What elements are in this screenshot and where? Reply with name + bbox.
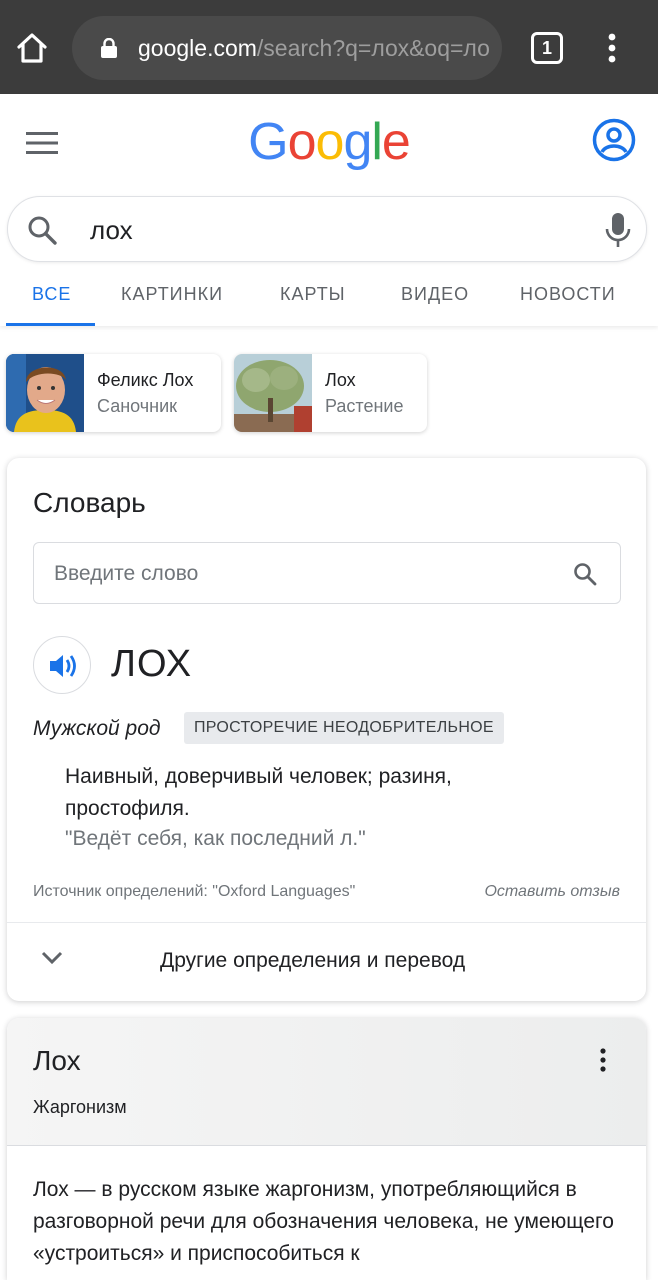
usage-label: ПРОСТОРЕЧИЕ НЕОДОБРИТЕЛЬНОЕ <box>184 712 504 744</box>
active-tab-indicator <box>6 323 95 326</box>
search-icon[interactable] <box>572 561 598 587</box>
browser-menu-icon[interactable] <box>600 30 624 66</box>
dictionary-card: Словарь Введите слово ЛОХ Мужской род ПР… <box>7 458 646 1001</box>
tab-news[interactable]: НОВОСТИ <box>520 284 616 305</box>
tab-images[interactable]: КАРТИНКИ <box>121 284 223 305</box>
tab-all[interactable]: ВСЕ <box>32 284 71 305</box>
search-tabs: ВСЕ КАРТИНКИ КАРТЫ ВИДЕО НОВОСТИ <box>0 274 658 326</box>
more-definitions-button[interactable]: Другие определения и перевод <box>7 923 646 1001</box>
google-header: Google лох ВСЕ КАРТИНКИ КАРТЫ ВИДЕО НОВО… <box>0 94 658 326</box>
entity-subtitle: Растение <box>325 396 404 416</box>
speaker-icon <box>50 655 76 677</box>
tab-maps[interactable]: КАРТЫ <box>280 284 346 305</box>
usage-example: "Ведёт себя, как последний л." <box>65 827 366 850</box>
dictionary-search-input[interactable]: Введите слово <box>33 542 621 604</box>
more-definitions-label: Другие определения и перевод <box>160 949 466 972</box>
plant-photo <box>234 354 312 432</box>
definition-text: Наивный, доверчивый человек; разиня, про… <box>65 765 452 820</box>
address-bar[interactable]: google.com/search?q=лох&oq=ло <box>72 16 502 80</box>
microphone-icon[interactable] <box>604 211 632 249</box>
google-logo[interactable]: Google <box>0 112 658 172</box>
tab-switcher-button[interactable]: 1 <box>531 32 563 64</box>
knowledge-subtitle: Жаргонизм <box>33 1097 127 1117</box>
entity-chip-plant[interactable]: Лох Растение <box>234 354 427 432</box>
entity-name: Феликс Лох <box>97 370 194 390</box>
person-photo <box>6 354 84 432</box>
dictionary-input-placeholder: Введите слово <box>54 562 199 585</box>
feedback-link[interactable]: Оставить отзыв <box>484 881 620 903</box>
lock-icon <box>101 38 117 58</box>
entity-subtitle: Саночник <box>97 396 178 416</box>
headword: ЛОХ <box>111 643 193 685</box>
knowledge-card-header: Лох Жаргонизм <box>7 1018 646 1146</box>
home-icon[interactable] <box>14 30 50 66</box>
pronunciation-button[interactable] <box>33 636 91 694</box>
account-icon[interactable] <box>592 118 636 162</box>
browser-toolbar: google.com/search?q=лох&oq=ло 1 <box>0 0 658 94</box>
url-text: google.com/search?q=лох&oq=ло <box>138 35 490 61</box>
chevron-down-icon <box>41 951 63 965</box>
definition-source: Источник определений: "Oxford Languages" <box>33 883 356 900</box>
search-icon[interactable] <box>26 214 58 246</box>
dictionary-title: Словарь <box>33 487 146 518</box>
search-query[interactable]: лох <box>90 215 133 245</box>
part-of-speech: Мужской род <box>33 717 161 740</box>
entity-chip-person[interactable]: Феликс Лох Саночник <box>6 354 221 432</box>
knowledge-description: Лох — в русском языке жаргонизм, употреб… <box>33 1178 614 1265</box>
knowledge-title: Лох <box>33 1045 81 1076</box>
search-box[interactable]: лох <box>7 196 647 262</box>
knowledge-card: Лох Жаргонизм Лох — в русском языке жарг… <box>7 1018 646 1280</box>
more-options-icon[interactable] <box>599 1048 607 1072</box>
entity-name: Лох <box>325 370 356 390</box>
tab-video[interactable]: ВИДЕО <box>401 284 469 305</box>
